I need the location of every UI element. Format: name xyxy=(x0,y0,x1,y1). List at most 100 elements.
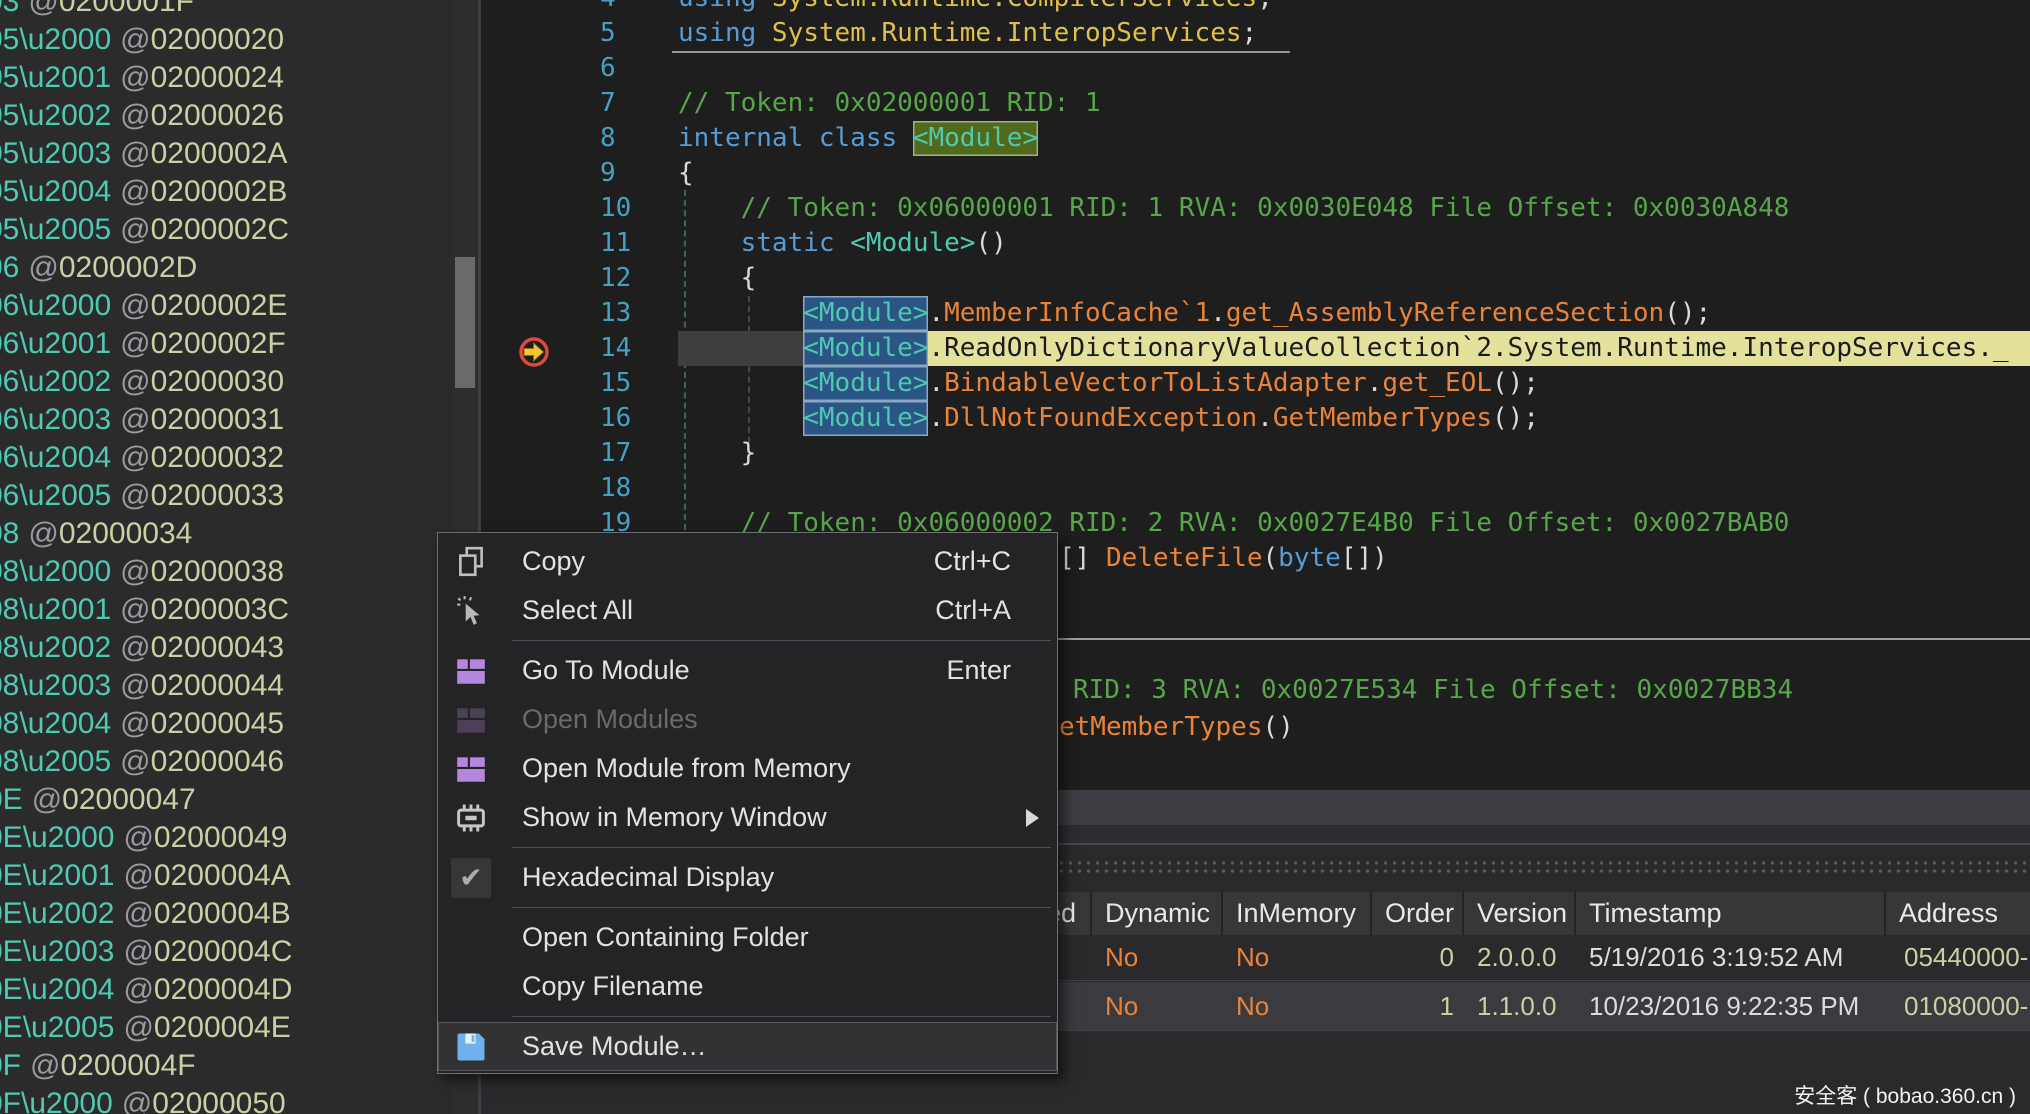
tree-item[interactable]: 0F@0200004F xyxy=(0,1047,196,1085)
column-header-version[interactable]: Version xyxy=(1464,892,1576,935)
tree-item[interactable]: 06\u2004@02000032 xyxy=(0,439,284,477)
menu-item-hexadecimal-display[interactable]: ✔Hexadecimal Display xyxy=(438,853,1057,902)
line-number: 11 xyxy=(600,226,660,261)
table-cell: 1.1.0.0 xyxy=(1464,982,1576,1030)
code-line[interactable]: <Module>.MemberInfoCache`1.get_AssemblyR… xyxy=(678,296,2030,331)
tree-item[interactable]: 05\u2000@02000020 xyxy=(0,21,284,59)
tree-item[interactable]: 08\u2001@0200003C xyxy=(0,591,289,629)
module-icon xyxy=(438,744,504,793)
code-fragment[interactable]: RID: 3 RVA: 0x0027E534 File Offset: 0x00… xyxy=(1073,673,1793,708)
tree-item[interactable]: 0F\u2000@02000050 xyxy=(0,1085,286,1114)
code-line[interactable]: <Module>.ReadOnlyDictionaryValueCollecti… xyxy=(678,331,2030,366)
tree-item-token: @02000050 xyxy=(122,1085,286,1114)
menu-item-open-modules[interactable]: Open Modules xyxy=(438,695,1057,744)
tree-item[interactable]: 0E\u2001@0200004A xyxy=(0,857,291,895)
tree-item[interactable]: 0E\u2002@0200004B xyxy=(0,895,291,933)
context-menu: CopyCtrl+CSelect AllCtrl+A Go To ModuleEn… xyxy=(437,532,1058,1074)
code-line[interactable]: <Module>.DllNotFoundException.GetMemberT… xyxy=(678,401,2030,436)
code-line[interactable] xyxy=(678,51,2030,86)
code-segment: . xyxy=(928,403,944,433)
code-line[interactable]: // Token: 0x06000001 RID: 1 RVA: 0x0030E… xyxy=(678,191,2030,226)
column-header-address[interactable]: Address xyxy=(1886,892,2030,935)
code-segment: . xyxy=(928,368,944,398)
tree-item-token: @0200002C xyxy=(120,211,289,249)
code-line[interactable] xyxy=(678,471,2030,506)
tree-item-name: 0F xyxy=(0,1047,21,1085)
menu-item-save-module[interactable]: Save Module… xyxy=(438,1022,1057,1071)
code-fragment[interactable]: [] DeleteFile(byte[]) xyxy=(1059,541,1388,576)
at-sign: @ xyxy=(120,23,150,56)
tree-item[interactable]: 06@0200002D xyxy=(0,249,197,287)
tree-item[interactable]: 08\u2004@02000045 xyxy=(0,705,284,743)
code-line[interactable]: // Token: 0x02000001 RID: 1 xyxy=(678,86,2030,121)
tree-item-name: 08\u2004 xyxy=(0,705,111,743)
tree-item-token: @02000026 xyxy=(120,97,284,135)
tree-item[interactable]: 06\u2005@02000033 xyxy=(0,477,284,515)
code-line[interactable]: internal class <Module> xyxy=(678,121,2030,156)
at-sign: @ xyxy=(123,859,153,892)
menu-item-select-all[interactable]: Select AllCtrl+A xyxy=(438,586,1057,635)
tree-item[interactable]: 0E\u2003@0200004C xyxy=(0,933,292,971)
line-number: 15 xyxy=(600,366,660,401)
tree-item-name: 08\u2000 xyxy=(0,553,111,591)
tree-item[interactable]: 08\u2005@02000046 xyxy=(0,743,284,781)
tree-item[interactable]: 03@0200001F xyxy=(0,0,194,21)
code-line[interactable]: <Module>.BindableVectorToListAdapter.get… xyxy=(678,366,2030,401)
code-segment: <Module> xyxy=(803,296,928,331)
at-sign: @ xyxy=(123,973,153,1006)
code-line[interactable]: } xyxy=(678,436,2030,471)
menu-item-open-containing-folder[interactable]: Open Containing Folder xyxy=(438,913,1057,962)
at-sign: @ xyxy=(120,441,150,474)
tree-item[interactable]: 0E\u2004@0200004D xyxy=(0,971,292,1009)
menu-item-copy-filename[interactable]: Copy Filename xyxy=(438,962,1057,1011)
tree-item[interactable]: 08@02000034 xyxy=(0,515,192,553)
code-line[interactable]: using System.Runtime.InteropServices; xyxy=(678,16,2030,51)
tree-item[interactable]: 05\u2004@0200002B xyxy=(0,173,287,211)
code-line[interactable]: using System.Runtime.CompilerServices; xyxy=(678,0,2030,16)
tree-item-token: @02000043 xyxy=(120,629,284,667)
tree-item[interactable]: 0E\u2005@0200004E xyxy=(0,1009,291,1047)
menu-item-open-module-from-memory[interactable]: Open Module from Memory xyxy=(438,744,1057,793)
tree-item-token: @0200002E xyxy=(120,287,287,325)
menu-item-label: Hexadecimal Display xyxy=(522,862,774,893)
menu-item-go-to-module[interactable]: Go To ModuleEnter xyxy=(438,646,1057,695)
menu-item-show-in-memory-window[interactable]: Show in Memory Window xyxy=(438,793,1057,842)
tree-item-name: 05\u2000 xyxy=(0,21,111,59)
tree-item[interactable]: 06\u2000@0200002E xyxy=(0,287,287,325)
tree-item[interactable]: 08\u2003@02000044 xyxy=(0,667,284,705)
code-segment xyxy=(678,228,741,258)
column-header-order[interactable]: Order xyxy=(1372,892,1464,935)
column-header-timestamp[interactable]: Timestamp xyxy=(1576,892,1886,935)
tree-item-name: 06\u2002 xyxy=(0,363,111,401)
tree-item[interactable]: 05\u2001@02000024 xyxy=(0,59,284,97)
menu-item-label: Open Module from Memory xyxy=(522,753,851,784)
tree-item[interactable]: 05\u2003@0200002A xyxy=(0,135,287,173)
tree-item[interactable]: 05\u2005@0200002C xyxy=(0,211,289,249)
tree-item[interactable]: 05\u2002@02000026 xyxy=(0,97,284,135)
code-fragment[interactable]: etMemberTypes() xyxy=(1059,710,1294,745)
tree-item[interactable]: 06\u2003@02000031 xyxy=(0,401,284,439)
code-line[interactable]: static <Module>() xyxy=(678,226,2030,261)
tree-item[interactable]: 0E@02000047 xyxy=(0,781,196,819)
code-line[interactable]: { xyxy=(678,261,2030,296)
tree-item[interactable]: 08\u2002@02000043 xyxy=(0,629,284,667)
at-sign: @ xyxy=(28,251,58,284)
table-cell: 01080000- xyxy=(1886,982,2030,1030)
column-header-inmemory[interactable]: InMemory xyxy=(1223,892,1372,935)
at-sign: @ xyxy=(120,289,150,322)
tree-item[interactable]: 0E\u2000@02000049 xyxy=(0,819,287,857)
tree-item-token: @02000030 xyxy=(120,363,284,401)
tree-item[interactable]: 06\u2001@0200002F xyxy=(0,325,286,363)
code-segment xyxy=(678,403,803,433)
tree-item[interactable]: 06\u2002@02000030 xyxy=(0,363,284,401)
tree-scrollbar-thumb[interactable] xyxy=(455,257,475,388)
token-tree-panel[interactable]: 03@0200001F05\u2000@0200002005\u2001@020… xyxy=(0,0,452,1114)
code-segment: (); xyxy=(1664,298,1711,328)
at-sign: @ xyxy=(120,175,150,208)
menu-item-copy[interactable]: CopyCtrl+C xyxy=(438,537,1057,586)
code-line[interactable]: { xyxy=(678,156,2030,191)
column-header-dynamic[interactable]: Dynamic xyxy=(1092,892,1223,935)
table-cell: No xyxy=(1223,982,1372,1030)
tree-item[interactable]: 08\u2000@02000038 xyxy=(0,553,284,591)
code-segment: .ReadOnlyDictionaryValueCollection`2.Sys… xyxy=(928,333,2008,363)
